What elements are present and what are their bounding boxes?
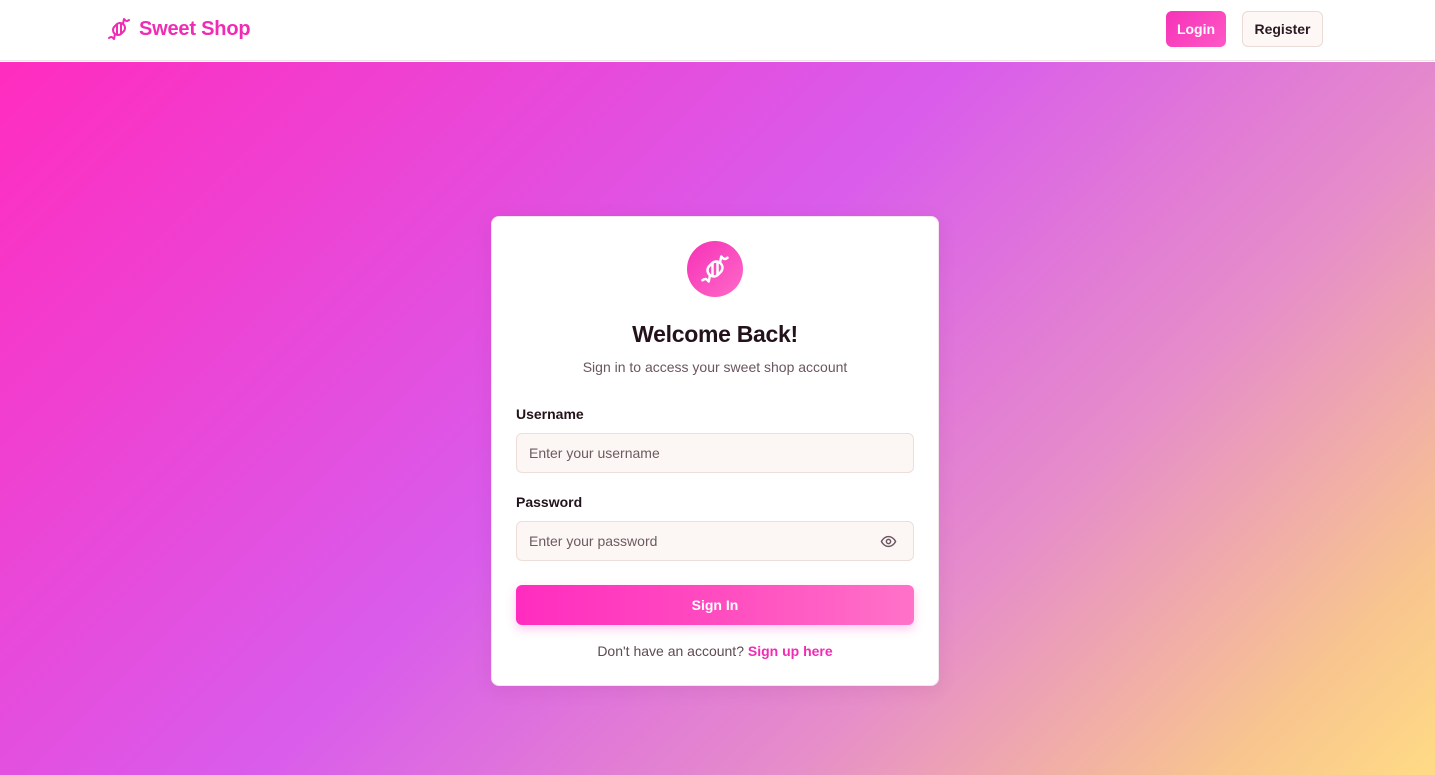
card-logo (687, 241, 743, 297)
signup-prompt-text: Don't have an account? (597, 643, 744, 659)
login-card: Welcome Back! Sign in to access your swe… (491, 216, 939, 686)
brand-logo-link[interactable]: Sweet Shop (107, 16, 251, 42)
password-visibility-toggle[interactable] (878, 531, 898, 551)
signup-prompt: Don't have an account? Sign up here (492, 643, 938, 659)
username-label: Username (516, 406, 584, 422)
page-subtitle: Sign in to access your sweet shop accoun… (582, 359, 848, 375)
candy-icon (108, 18, 130, 40)
nav-login-button[interactable]: Login (1166, 11, 1226, 47)
sign-up-link[interactable]: Sign up here (748, 643, 833, 659)
eye-icon (880, 535, 896, 547)
password-input[interactable] (516, 521, 914, 561)
sign-in-button[interactable]: Sign In (516, 585, 914, 625)
candy-icon (701, 255, 729, 283)
top-navbar: Sweet Shop Login Register (0, 0, 1435, 61)
nav-register-button[interactable]: Register (1242, 11, 1323, 47)
username-input[interactable] (516, 433, 914, 473)
page-title: Welcome Back! (632, 321, 798, 347)
password-label: Password (516, 494, 583, 510)
brand-name: Sweet Shop (139, 17, 251, 40)
